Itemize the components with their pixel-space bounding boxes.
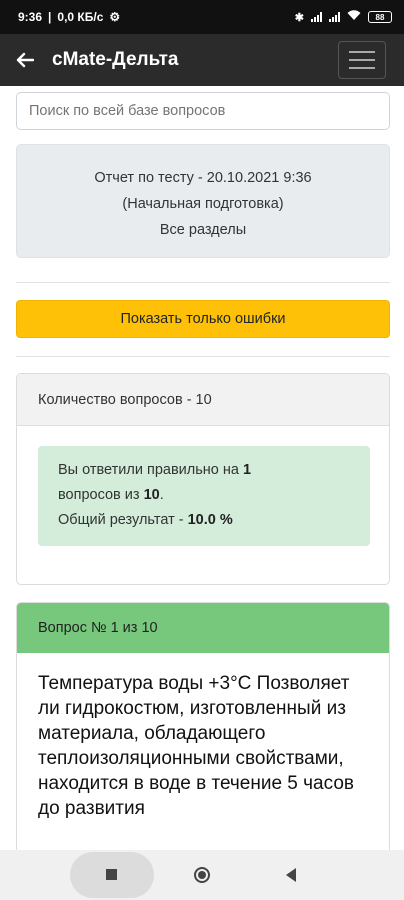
hamburger-icon-line [349,67,375,69]
result-alert: Вы ответили правильно на 1 вопросов из 1… [38,446,370,546]
answered-label: Вы ответили правильно на [58,462,239,478]
result-value: 10.0 % [187,512,233,528]
home-icon [198,871,206,879]
report-panel: Отчет по тесту - 20.10.2021 9:36 (Началь… [16,144,390,258]
report-sections: Все разделы [159,222,247,238]
menu-button[interactable] [338,41,386,79]
bluetooth-icon: ✱ [294,11,304,24]
system-nav-bar [0,850,404,900]
questions-of-label: вопросов из [58,487,140,503]
wifi-icon [347,10,361,24]
recents-button[interactable] [106,869,117,880]
hamburger-icon-line [349,59,375,61]
battery-icon: 88 [368,11,392,23]
summary-card: Количество вопросов - 10 Вы ответили пра… [16,373,390,585]
system-back-button[interactable] [286,868,296,882]
status-bar: 9:36 | 0,0 КБ/с ⚙ ✱ 88 [0,0,404,34]
total-count: 10 [143,487,160,503]
search-input[interactable] [16,92,390,130]
show-errors-button[interactable]: Показать только ошибки [16,300,390,338]
question-text: Температура воды +3°С Позволяет ли гидро… [38,673,354,819]
report-category: (Начальная подготовка) [122,196,284,212]
divider [16,282,390,283]
battery-level: 88 [375,12,385,22]
status-network-speed: 0,0 КБ/с [57,10,104,24]
data-saver-icon: ⚙ [109,10,121,24]
status-time: 9:36 [18,10,43,24]
signal-icon [311,12,322,22]
app-title: cMate-Дельта [52,49,179,70]
correct-count: 1 [242,462,252,478]
divider [16,356,390,357]
question-header: Вопрос № 1 из 10 [17,603,389,653]
report-title: Отчет по тесту - 20.10.2021 9:36 [94,170,312,186]
main-content[interactable]: Отчет по тесту - 20.10.2021 9:36 (Началь… [0,86,404,850]
question-card[interactable]: Вопрос № 1 из 10 Температура воды +3°С П… [16,602,390,850]
home-button[interactable] [194,867,210,883]
result-label: Общий результат - [58,512,184,528]
summary-header: Количество вопросов - 10 [17,374,389,426]
hamburger-icon-line [349,51,375,53]
signal-icon-2 [329,12,340,22]
back-button[interactable] [0,34,50,86]
arrow-left-icon [16,52,34,68]
app-bar: cMate-Дельта [0,34,404,86]
